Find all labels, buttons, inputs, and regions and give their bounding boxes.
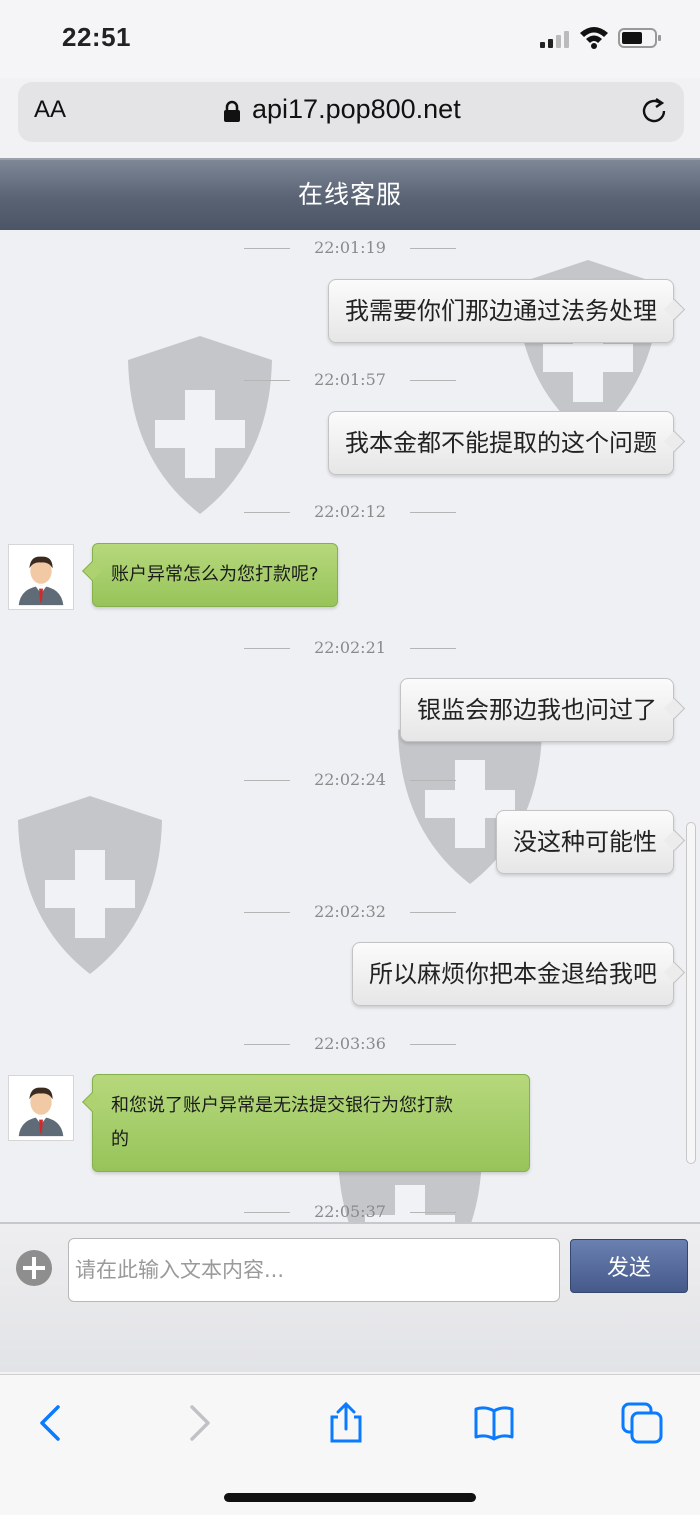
- chat-header: 在线客服: [0, 158, 700, 230]
- message-composer: 发送: [0, 1222, 700, 1372]
- message-timestamp: 22:02:24: [0, 770, 700, 789]
- address-bar[interactable]: AA api17.pop800.net: [18, 82, 684, 142]
- wifi-icon: [580, 27, 608, 49]
- user-message-bubble: 所以麻烦你把本金退给我吧: [352, 942, 674, 1006]
- cellular-signal-icon: [540, 30, 570, 48]
- shield-plus-icon: [128, 336, 272, 514]
- agent-message-text: 和您说了账户异常是无法提交银行为您打款: [111, 1095, 453, 1116]
- chevron-left-icon[interactable]: [30, 1401, 74, 1445]
- book-icon[interactable]: [472, 1401, 516, 1445]
- message-timestamp: 22:02:12: [0, 502, 700, 521]
- page-title: 在线客服: [297, 180, 402, 209]
- chat-message-list[interactable]: 22:01:19 我需要你们那边通过法务处理 22:01:57 我本金都不能提取…: [0, 230, 700, 1222]
- plus-circle-icon[interactable]: [14, 1248, 54, 1288]
- send-button[interactable]: 发送: [570, 1239, 688, 1293]
- message-timestamp: 22:01:57: [0, 370, 700, 389]
- user-message-bubble: 没这种可能性: [496, 810, 674, 874]
- message-timestamp: 22:01:19: [0, 238, 700, 257]
- status-bar: 22:51: [0, 0, 700, 78]
- tabs-icon[interactable]: [620, 1401, 664, 1445]
- user-message-bubble: 我需要你们那边通过法务处理: [328, 279, 674, 343]
- message-input[interactable]: [68, 1238, 560, 1302]
- agent-message-bubble: 账户异常怎么为您打款呢?: [92, 543, 338, 607]
- url-text: api17.pop800.net: [252, 94, 461, 124]
- user-message-bubble: 我本金都不能提取的这个问题: [328, 411, 674, 475]
- home-indicator: [224, 1493, 476, 1502]
- agent-avatar: [8, 1075, 74, 1141]
- share-icon[interactable]: [324, 1401, 368, 1445]
- agent-message-text: 账户异常怎么为您打款呢?: [111, 564, 319, 585]
- message-timestamp: 22:02:21: [0, 638, 700, 657]
- scrollbar[interactable]: [686, 822, 696, 1164]
- browser-toolbar: [0, 1374, 700, 1515]
- status-time: 22:51: [62, 22, 131, 52]
- agent-message-bubble: 和您说了账户异常是无法提交银行为您打款 的: [92, 1074, 530, 1172]
- text-size-button[interactable]: AA: [34, 96, 66, 124]
- message-timestamp: 22:02:32: [0, 902, 700, 921]
- lock-icon: [224, 100, 240, 122]
- reload-icon[interactable]: [640, 97, 670, 127]
- battery-icon: [618, 28, 661, 48]
- chevron-right-icon[interactable]: [176, 1401, 220, 1445]
- agent-message-text: 的: [111, 1129, 129, 1150]
- message-timestamp: 22:05:37: [0, 1202, 700, 1221]
- agent-avatar: [8, 544, 74, 610]
- message-timestamp: 22:03:36: [0, 1034, 700, 1053]
- user-message-bubble: 银监会那边我也问过了: [400, 678, 674, 742]
- shield-plus-icon: [18, 796, 162, 974]
